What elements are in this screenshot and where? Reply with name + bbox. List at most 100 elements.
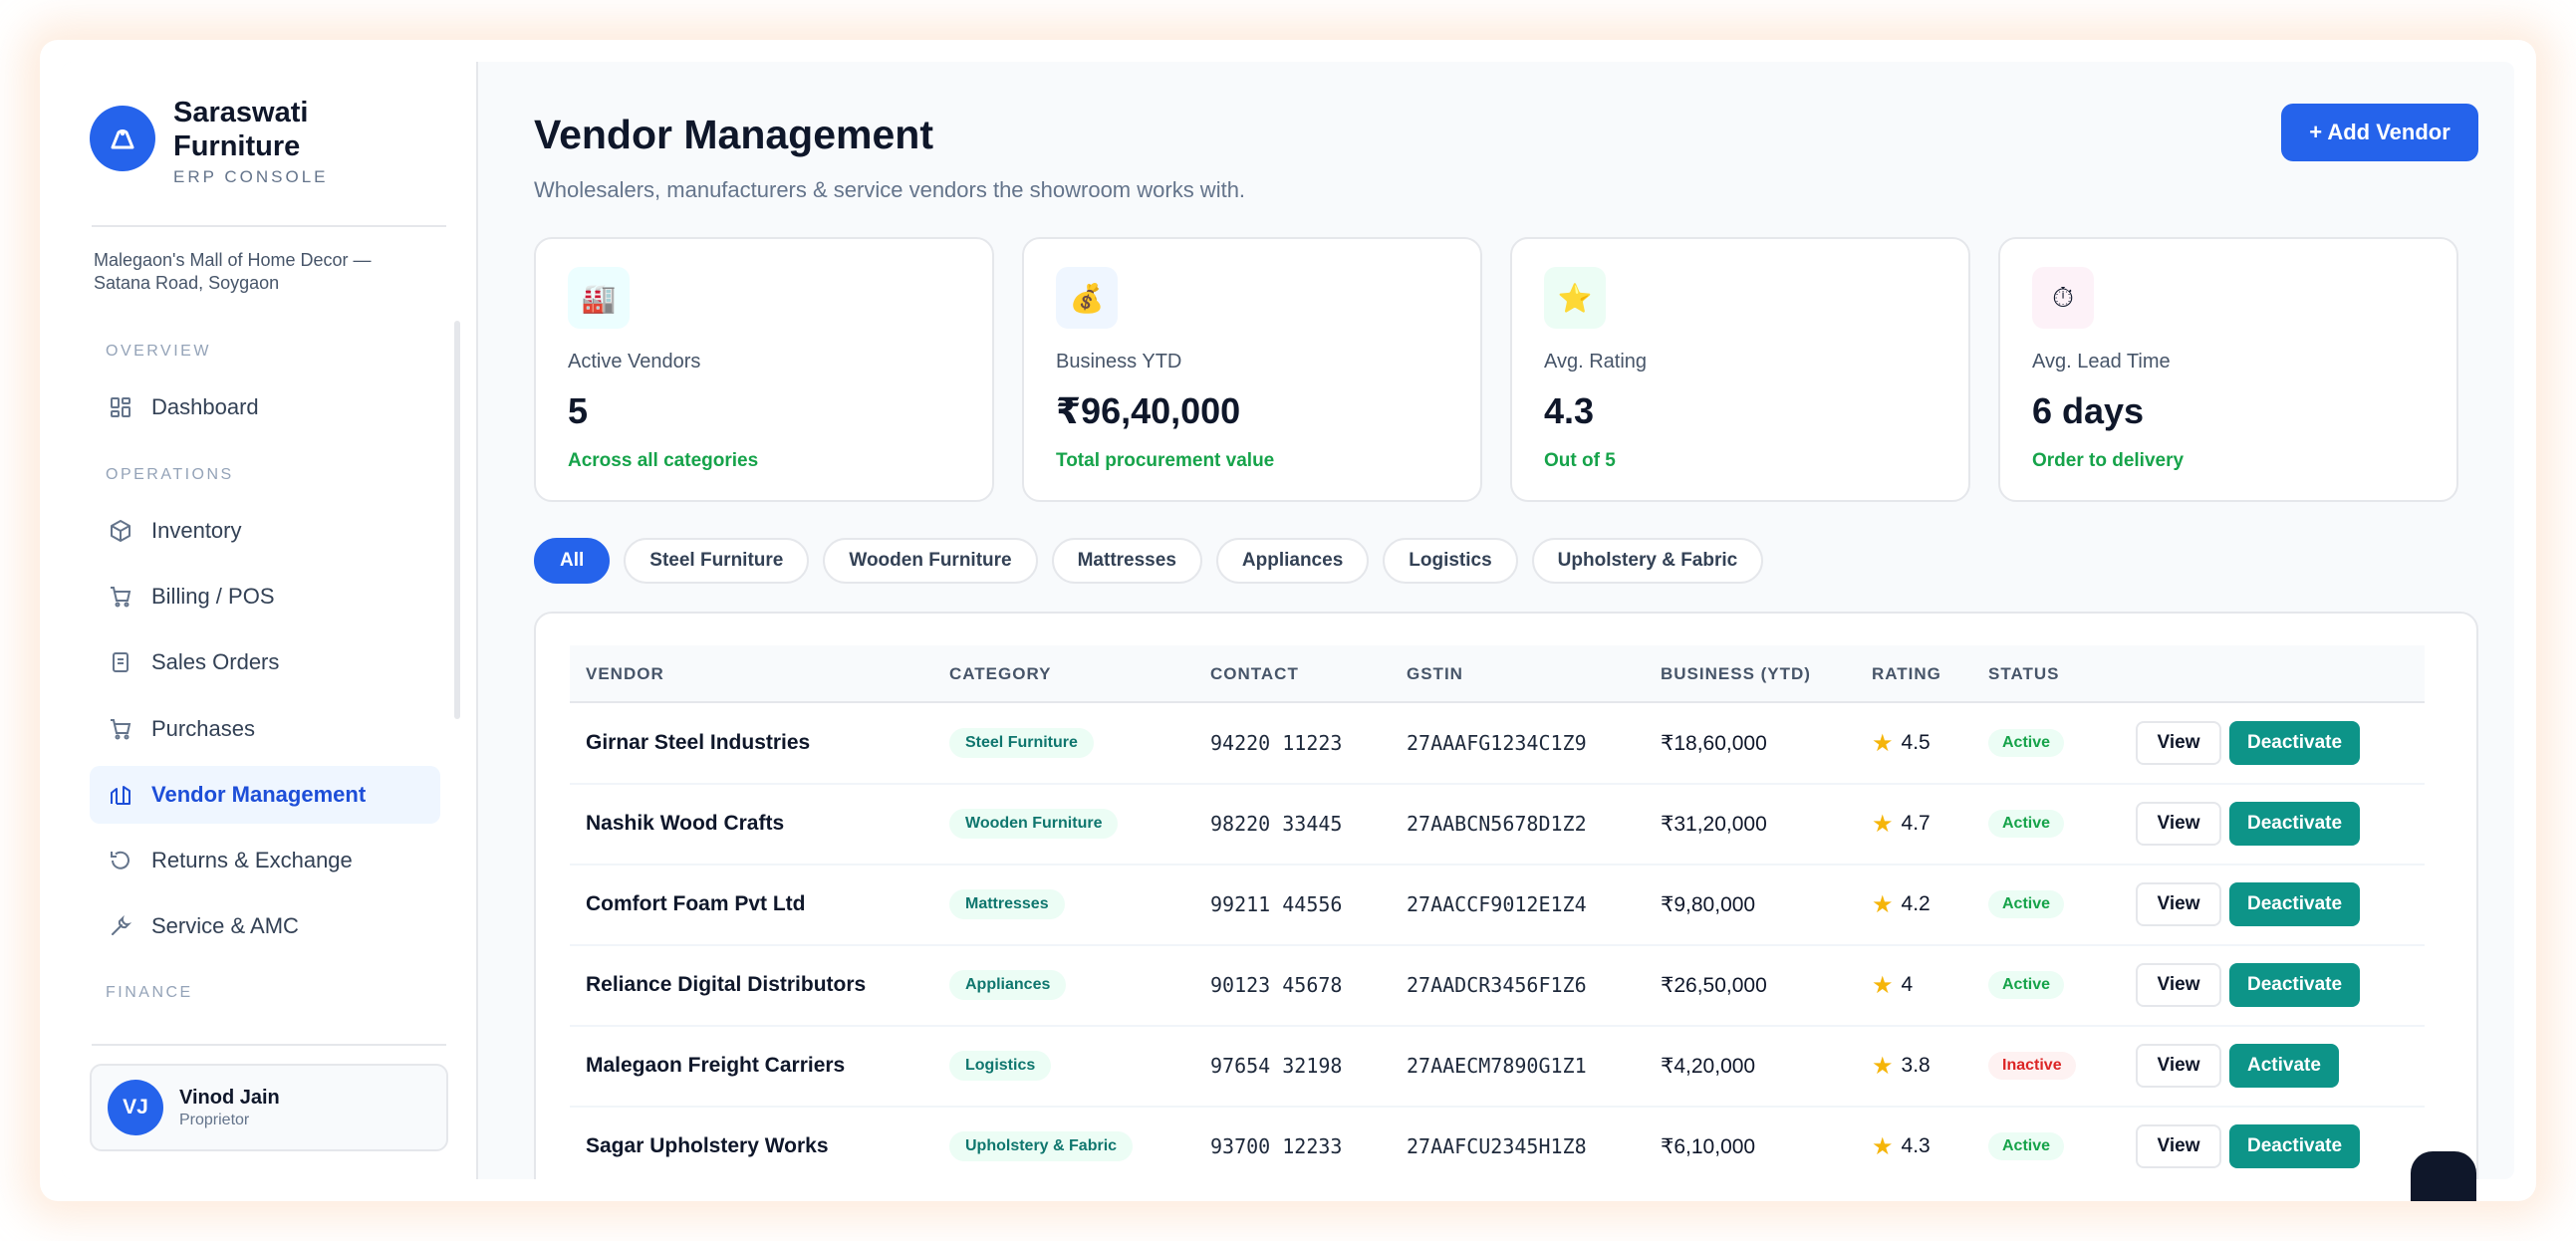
stat-note: Out of 5 [1544,450,1616,471]
vendor-name: Malegaon Freight Carriers [586,1054,846,1077]
gstin-value: 27AABCN5678D1Z2 [1407,812,1587,836]
star-icon: ⭐ [1544,267,1606,329]
view-button[interactable]: View [2136,882,2221,926]
money-bag-icon: 💰 [1056,267,1118,329]
brand-subtitle: ERP CONSOLE [173,167,329,186]
section-label-overview: OVERVIEW [106,343,211,360]
chat-fab-button[interactable] [2411,1151,2476,1201]
stat-label: Avg. Lead Time [2032,351,2171,372]
page-title: Vendor Management [534,112,933,157]
column-header-status[interactable]: STATUS [1988,664,2059,684]
stat-card: ⭐ Avg. Rating 4.3 Out of 5 [1510,237,1970,502]
category-badge: Upholstery & Fabric [949,1131,1134,1161]
avatar: VJ [108,1080,163,1135]
column-header-gstin[interactable]: GSTIN [1407,664,1463,684]
column-header-vendor[interactable]: VENDOR [586,664,664,684]
toggle-status-button[interactable]: Deactivate [2229,963,2361,1007]
sidebar-divider [92,225,446,227]
table-header: VENDOR CATEGORY CONTACT GSTIN BUSINESS (… [570,645,2425,703]
stat-card: 💰 Business YTD ₹96,40,000 Total procurement… [1022,237,1482,502]
sidebar-item-label: Dashboard [151,394,259,419]
vendor-name: Sagar Upholstery Works [586,1134,829,1157]
sidebar-item-inventory[interactable]: Inventory [90,502,440,560]
view-button[interactable]: View [2136,963,2221,1007]
star-icon: ★ [1872,1132,1894,1160]
toggle-status-button[interactable]: Deactivate [2229,721,2361,765]
view-button[interactable]: View [2136,802,2221,846]
brand-logo-icon [90,106,155,171]
toggle-status-button[interactable]: Deactivate [2229,882,2361,926]
user-name: Vinod Jain [179,1086,280,1109]
filter-chip[interactable]: All [534,538,611,584]
star-icon: ★ [1872,729,1894,757]
gstin-value: 27AAECM7890G1Z1 [1407,1054,1587,1078]
status-badge: Active [1988,890,2065,918]
stopwatch-icon: ⏱ [2032,267,2094,329]
view-button[interactable]: View [2136,721,2221,765]
filter-chip[interactable]: Appliances [1215,538,1370,584]
filter-chip[interactable]: Logistics [1383,538,1518,584]
column-header-rating[interactable]: RATING [1872,664,1941,684]
sidebar: Saraswati Furniture ERP CONSOLE Malegaon… [62,62,478,1179]
filter-chip[interactable]: Steel Furniture [624,538,810,584]
sidebar-item-billing[interactable]: Billing / POS [90,568,440,625]
main-content: Vendor Management Wholesalers, manufactu… [478,62,2514,1179]
table-row[interactable]: Sagar Upholstery Works Upholstery & Fabri… [570,1107,2425,1179]
table-row[interactable]: Nashik Wood Crafts Wooden Furniture 98220 … [570,784,2425,866]
vendor-name: Nashik Wood Crafts [586,812,785,835]
sidebar-item-vendor-management[interactable]: Vendor Management [90,766,440,824]
contact-number: 93700 12233 [1210,1134,1343,1158]
section-label-operations: OPERATIONS [106,466,234,483]
table-row[interactable]: Girnar Steel Industries Steel Furniture 94… [570,703,2425,785]
table-row[interactable]: Malegaon Freight Carriers Logistics 97654 … [570,1026,2425,1108]
sidebar-item-sales-orders[interactable]: Sales Orders [90,633,440,691]
sidebar-item-service-amc[interactable]: Service & AMC [90,897,440,955]
view-button[interactable]: View [2136,1124,2221,1168]
sidebar-scrollbar[interactable] [454,321,460,719]
business-ytd: ₹4,20,000 [1661,1054,1756,1078]
brand-name-line2: Furniture [173,130,301,162]
toggle-status-button[interactable]: Deactivate [2229,802,2361,846]
toggle-status-button[interactable]: Deactivate [2229,1124,2361,1168]
vendor-name: Reliance Digital Distributors [586,973,867,996]
toggle-status-button[interactable]: Activate [2229,1044,2339,1088]
sidebar-item-label: Inventory [151,518,242,543]
status-badge: Active [1988,1132,2065,1160]
stat-note: Order to delivery [2032,450,2185,471]
sidebar-item-label: Billing / POS [151,584,275,609]
brand-name-line1: Saraswati [173,97,309,128]
vendor-table: VENDOR CATEGORY CONTACT GSTIN BUSINESS (… [534,612,2478,1179]
factory-icon: 🏭 [568,267,630,329]
sidebar-item-purchases[interactable]: Purchases [90,700,440,758]
contact-number: 90123 45678 [1210,973,1343,997]
stat-value: 6 days [2032,390,2145,431]
sidebar-divider [92,1044,446,1046]
contact-number: 94220 11223 [1210,731,1343,755]
column-header-business[interactable]: BUSINESS (YTD) [1661,664,1811,684]
user-card[interactable]: VJ Vinod Jain Proprietor [90,1064,448,1151]
contact-number: 97654 32198 [1210,1054,1343,1078]
sidebar-item-label: Sales Orders [151,649,280,674]
status-badge: Active [1988,729,2065,757]
view-button[interactable]: View [2136,1044,2221,1088]
contact-number: 99211 44556 [1210,892,1343,916]
brand: Saraswati Furniture ERP CONSOLE [90,96,329,187]
add-vendor-button[interactable]: + Add Vendor [2281,104,2478,161]
star-icon: ★ [1872,890,1894,918]
filter-chip[interactable]: Wooden Furniture [823,538,1038,584]
stat-label: Business YTD [1056,351,1182,372]
sidebar-item-returns[interactable]: Returns & Exchange [90,832,440,889]
stat-note: Across all categories [568,450,759,471]
star-icon: ★ [1872,971,1894,999]
stat-card: ⏱ Avg. Lead Time 6 days Order to delivery [1998,237,2458,502]
filter-chip[interactable]: Upholstery & Fabric [1531,538,1764,584]
sidebar-item-label: Purchases [151,716,255,741]
table-row[interactable]: Comfort Foam Pvt Ltd Mattresses 99211 4455… [570,865,2425,946]
column-header-category[interactable]: CATEGORY [949,664,1051,684]
column-header-contact[interactable]: CONTACT [1210,664,1299,684]
filter-chip[interactable]: Mattresses [1051,538,1202,584]
rating-value: 3.8 [1901,1054,1931,1077]
table-row[interactable]: Reliance Digital Distributors Appliances 9… [570,945,2425,1027]
sidebar-item-label: Returns & Exchange [151,848,353,872]
sidebar-item-dashboard[interactable]: Dashboard [90,378,440,436]
